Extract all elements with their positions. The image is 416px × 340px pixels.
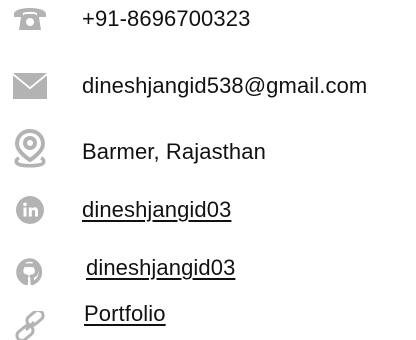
contact-phone-row: +91-8696700323 xyxy=(0,0,416,40)
contact-linkedin-row[interactable]: dineshjangid03 xyxy=(0,188,416,228)
map-pin-icon xyxy=(10,128,50,168)
phone-icon xyxy=(10,0,50,38)
linkedin-icon xyxy=(10,190,50,230)
contact-portfolio-row[interactable]: Portfolio xyxy=(0,300,416,340)
contact-location-row: Barmer, Rajasthan xyxy=(0,128,416,168)
link-icon xyxy=(10,306,50,340)
linkedin-link[interactable]: dineshjangid03 xyxy=(82,190,231,230)
contact-github-row[interactable]: dineshjangid03 xyxy=(0,248,416,288)
phone-number: +91-8696700323 xyxy=(82,6,251,31)
email-address: dineshjangid538@gmail.com xyxy=(82,73,368,98)
github-icon xyxy=(10,252,50,292)
contact-email-row: dineshjangid538@gmail.com xyxy=(0,60,416,100)
location-text: Barmer, Rajasthan xyxy=(82,139,266,164)
github-link[interactable]: dineshjangid03 xyxy=(86,248,235,288)
portfolio-link[interactable]: Portfolio xyxy=(84,294,166,334)
envelope-icon xyxy=(10,66,50,106)
